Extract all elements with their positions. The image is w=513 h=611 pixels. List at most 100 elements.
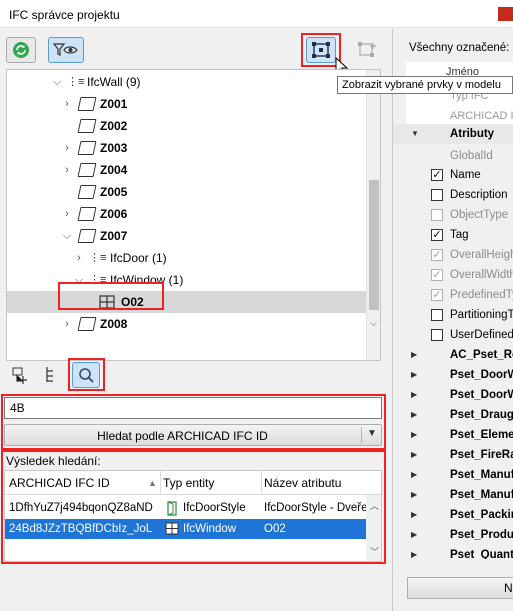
ifc-tree[interactable]: ⌵ ⋮≡ IfcWall (9) › Z001 Z002 › Z003 › Z0…	[6, 69, 381, 361]
expand-tree-icon[interactable]	[12, 366, 30, 384]
pset-row[interactable]: ▶ Pset_DoorWindowGlazingType	[393, 365, 513, 385]
triangle-right-icon[interactable]: ▶	[411, 505, 417, 525]
pset-row[interactable]: ▶ Pset_FireRatingProperties	[393, 445, 513, 465]
chevron-right-icon[interactable]: ›	[61, 313, 73, 335]
sort-up-icon[interactable]: ▲	[148, 478, 157, 488]
column-divider[interactable]	[261, 471, 262, 495]
checkbox[interactable]	[431, 329, 443, 341]
attribute-row[interactable]: ✓ Tag	[393, 225, 513, 245]
tree-scrollbar[interactable]: ⌵	[366, 70, 380, 360]
checkbox-checked[interactable]: ✓	[431, 169, 443, 181]
tree-row[interactable]: › Z008	[7, 313, 367, 335]
pset-row[interactable]: ▶ Pset_ManufacturerTypeInformation	[393, 485, 513, 505]
table-row[interactable]: 1DfhYuZ7j494bqonQZ8aND IfcDoorStyle IfcD…	[5, 498, 366, 518]
tree-row[interactable]: › Z001	[7, 93, 367, 115]
close-button[interactable]	[498, 7, 513, 21]
tree-row[interactable]: ⌵ ⋮≡ IfcWall (9)	[7, 71, 367, 93]
scroll-down-icon[interactable]: ⌵	[370, 318, 377, 329]
new-property-button[interactable]: N	[407, 577, 513, 599]
attribute-row[interactable]: PartitioningType	[393, 305, 513, 325]
triangle-right-icon[interactable]: ▶	[411, 425, 417, 445]
search-icon	[79, 368, 94, 383]
refresh-button[interactable]	[6, 37, 36, 63]
pset-row[interactable]: ▶ Pset_QuantityTakeOff	[393, 545, 513, 559]
show-selected-in-model-button[interactable]	[306, 37, 336, 63]
tree-row[interactable]: › ⋮≡ IfcDoor (1)	[7, 247, 367, 269]
attribute-name-cell: O02	[264, 523, 286, 535]
left-pane: ⌵ ⋮≡ IfcWall (9) › Z001 Z002 › Z003 › Z0…	[0, 29, 391, 611]
pset-row[interactable]: ▶ AC_Pset_RenovationAndPhasing	[393, 345, 513, 365]
search-input[interactable]: 4B	[4, 397, 382, 419]
triangle-right-icon[interactable]: ▶	[411, 525, 417, 545]
tree-row[interactable]: Z005	[7, 181, 367, 203]
checkbox[interactable]	[431, 189, 443, 201]
dropdown-arrow-icon[interactable]: ▼	[367, 428, 377, 439]
tree-row[interactable]: ⌵ ⋮≡ IfcWindow (1)	[7, 269, 367, 291]
tree-row[interactable]: › Z003	[7, 137, 367, 159]
chevron-right-icon[interactable]: ›	[61, 137, 73, 159]
tree-row[interactable]: › Z004	[7, 159, 367, 181]
checkbox-disabled-checked: ✓	[431, 289, 443, 301]
scroll-up-icon[interactable]: ︿	[370, 499, 379, 512]
table-row-selected[interactable]: 24Bd8JZzTBQBfDCbIz_JoL IfcWindow O02	[5, 519, 366, 539]
chevron-right-icon[interactable]: ›	[61, 159, 73, 181]
element-icon	[77, 163, 97, 177]
element-icon	[77, 97, 97, 111]
column-divider[interactable]	[160, 471, 161, 495]
chevron-right-icon[interactable]: ›	[61, 203, 73, 225]
chevron-down-icon[interactable]: ⌵	[61, 225, 73, 247]
filter-toggle-button[interactable]	[48, 37, 84, 63]
results-table[interactable]: ARCHICAD IFC ID ▲ Typ entity Název atrib…	[4, 470, 382, 562]
pset-label: Pset_DraughtCommon	[450, 409, 513, 421]
attribute-row[interactable]: UserDefinedPartitioningType	[393, 325, 513, 345]
scroll-thumb[interactable]	[369, 180, 379, 310]
pset-row[interactable]: ▶ Pset_ElementShading	[393, 425, 513, 445]
chevron-right-icon[interactable]: ›	[61, 93, 73, 115]
pset-row[interactable]: ▶ Pset_DraughtCommon	[393, 405, 513, 425]
column-header[interactable]: Typ entity	[163, 476, 214, 490]
show-selected-icon	[312, 42, 330, 58]
tree-row-label: Z004	[100, 163, 128, 177]
attribute-row[interactable]: Description	[393, 185, 513, 205]
tree-row[interactable]: Z002	[7, 115, 367, 137]
pset-row[interactable]: ▶ Pset_DoorWindow	[393, 385, 513, 405]
chevron-down-icon[interactable]: ⌵	[51, 71, 63, 93]
attribute-row: ObjectType	[393, 205, 513, 225]
ifc-id-cell: 1DfhYuZ7j494bqonQZ8aND	[9, 502, 153, 514]
tree-row[interactable]: ⌵ Z007	[7, 225, 367, 247]
chevron-right-icon[interactable]: ›	[73, 247, 85, 269]
show-all-button[interactable]	[352, 37, 382, 63]
chevron-down-icon[interactable]: ⌵	[73, 269, 85, 291]
attributes-group-row[interactable]: ▼ Atributy	[393, 124, 513, 144]
attribute-row[interactable]: ✓ Name	[393, 165, 513, 185]
triangle-right-icon[interactable]: ▶	[411, 485, 417, 505]
triangle-right-icon[interactable]: ▶	[411, 345, 417, 365]
tree-row[interactable]: › Z006	[7, 203, 367, 225]
triangle-right-icon[interactable]: ▶	[411, 385, 417, 405]
results-scrollbar[interactable]: ︿ ﹀	[366, 495, 381, 561]
pset-row[interactable]: ▶ Pset_ProductRequirements	[393, 525, 513, 545]
triangle-right-icon[interactable]: ▶	[411, 365, 417, 385]
checkbox[interactable]	[431, 309, 443, 321]
triangle-right-icon[interactable]: ▶	[411, 405, 417, 425]
triangle-right-icon[interactable]: ▶	[411, 545, 417, 559]
column-header[interactable]: Název atributu	[264, 476, 341, 490]
scroll-down-icon[interactable]: ﹀	[370, 545, 379, 558]
triangle-down-icon[interactable]: ▼	[411, 124, 419, 144]
window-icon	[165, 522, 179, 535]
pset-row[interactable]: ▶ Pset_ManufacturerOccurrence	[393, 465, 513, 485]
tooltip: Zobrazit vybrané prvky v modelu	[337, 76, 513, 94]
attribute-label: Name	[450, 169, 481, 181]
find-by-ifc-id-button[interactable]: Hledat podle ARCHICAD IFC ID ▼	[4, 424, 382, 446]
attribute-label: GlobalId	[450, 150, 493, 162]
search-toggle-button[interactable]	[72, 362, 100, 388]
column-header[interactable]: ARCHICAD IFC ID	[9, 476, 110, 490]
triangle-right-icon[interactable]: ▶	[411, 465, 417, 485]
hierarchy-icon[interactable]	[44, 366, 60, 384]
tree-row-label: Z005	[100, 185, 128, 199]
pset-row[interactable]: ▶ Pset_PackingInstructions	[393, 505, 513, 525]
triangle-right-icon[interactable]: ▶	[411, 445, 417, 465]
tree-row-label: IfcWindow (1)	[110, 273, 184, 287]
tree-row-selected[interactable]: O02	[7, 291, 367, 313]
checkbox-checked[interactable]: ✓	[431, 229, 443, 241]
